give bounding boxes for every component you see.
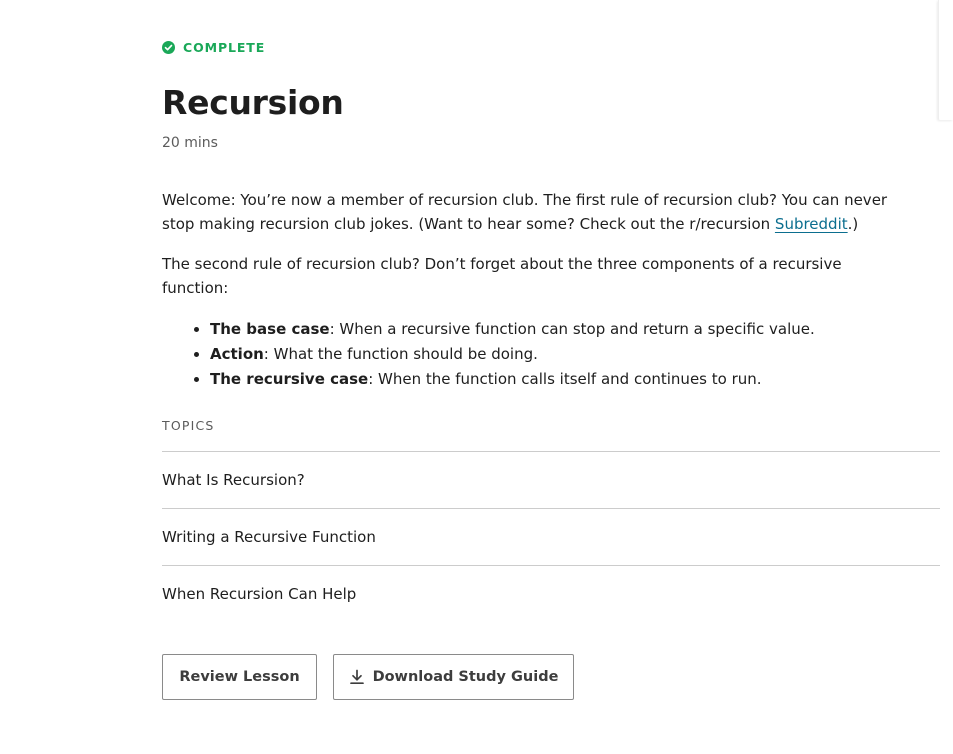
download-study-guide-button[interactable]: Download Study Guide: [333, 654, 574, 700]
topics-list: What Is Recursion? Writing a Recursive F…: [162, 451, 940, 622]
list-item: The base case: When a recursive function…: [210, 317, 902, 342]
lesson-actions: Review Lesson Download Study Guide: [162, 654, 574, 700]
topic-item-writing-recursive-function[interactable]: Writing a Recursive Function: [162, 508, 940, 565]
lesson-description: Welcome: You’re now a member of recursio…: [162, 188, 902, 392]
check-circle-icon: [162, 40, 175, 54]
lesson-duration: 20 mins: [162, 135, 218, 151]
topics-heading: TOPICS: [162, 418, 215, 433]
topic-item-what-is-recursion[interactable]: What Is Recursion?: [162, 451, 940, 508]
topic-item-when-recursion-can-help[interactable]: When Recursion Can Help: [162, 565, 940, 622]
subreddit-link[interactable]: Subreddit: [775, 215, 848, 233]
topic-label: Writing a Recursive Function: [162, 528, 376, 546]
status-label: COMPLETE: [183, 39, 266, 55]
page-title: Recursion: [162, 83, 344, 122]
completion-status: COMPLETE: [162, 39, 265, 55]
intro-closing: .): [847, 215, 859, 233]
component-term: The recursive case: [210, 370, 369, 388]
component-text: : What the function should be doing.: [263, 345, 538, 363]
review-lesson-button[interactable]: Review Lesson: [162, 654, 317, 700]
topic-label: What Is Recursion?: [162, 471, 305, 489]
components-list: The base case: When a recursive function…: [162, 317, 902, 392]
second-rule-paragraph: The second rule of recursion club? Don’t…: [162, 255, 842, 297]
download-icon: [349, 669, 364, 685]
component-term: The base case: [210, 320, 330, 338]
component-text: : When the function calls itself and con…: [368, 370, 762, 388]
side-panel-edge: [938, 0, 953, 120]
lesson-page: COMPLETE Recursion 20 mins Welcome: You’…: [0, 0, 953, 754]
list-item: Action: What the function should be doin…: [210, 342, 902, 367]
topic-label: When Recursion Can Help: [162, 585, 357, 603]
component-term: Action: [210, 345, 264, 363]
download-label: Download Study Guide: [372, 669, 559, 685]
intro-paragraph: Welcome: You’re now a member of recursio…: [162, 188, 902, 236]
component-text: : When a recursive function can stop and…: [329, 320, 815, 338]
list-item: The recursive case: When the function ca…: [210, 367, 902, 392]
